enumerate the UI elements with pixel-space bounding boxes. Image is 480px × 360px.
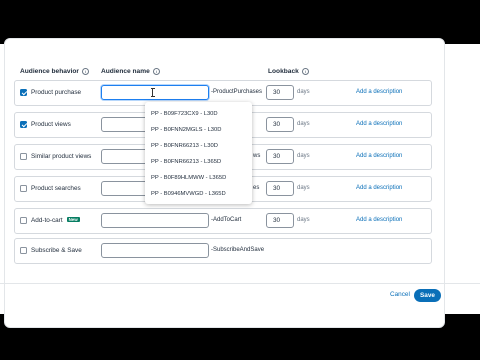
checkbox-product-purchase[interactable] — [20, 89, 27, 96]
checkbox-similar-product-views[interactable] — [20, 153, 27, 160]
header-audience-behavior: Audience behavior i — [20, 68, 89, 75]
header-audience-name: Audience name i — [101, 68, 160, 75]
checkbox-subscribe-and-save[interactable] — [20, 247, 27, 254]
row-label: Product purchase — [31, 89, 82, 96]
suggestion-option[interactable]: PP - B09F723CX9 - L30D — [145, 106, 252, 122]
row-label: Similar product views — [31, 153, 92, 160]
cancel-button[interactable]: Cancel — [390, 291, 410, 298]
row-label: Add-to-cart New — [31, 217, 80, 224]
save-button[interactable]: Save — [414, 289, 441, 302]
text-cursor-icon — [150, 88, 155, 97]
add-description-link[interactable]: Add a description — [356, 185, 402, 191]
checkbox-product-searches[interactable] — [20, 185, 27, 192]
suggestion-option[interactable]: PP - B0FNR66213 - L30D — [145, 138, 252, 154]
row-label: Product views — [31, 121, 71, 128]
header-lookback: Lookback i — [268, 68, 309, 75]
lookback-unit: days — [297, 185, 310, 191]
name-suffix: ws — [253, 153, 261, 159]
info-icon[interactable]: i — [82, 68, 89, 75]
add-description-link[interactable]: Add a description — [356, 121, 402, 127]
lookback-input[interactable]: 30 — [266, 117, 294, 132]
lookback-input[interactable]: 30 — [266, 181, 294, 196]
checkbox-add-to-cart[interactable] — [20, 217, 27, 224]
lookback-unit: days — [297, 217, 310, 223]
lookback-unit: days — [297, 153, 310, 159]
name-suffix: es — [253, 185, 260, 191]
lookback-input[interactable]: 30 — [266, 149, 294, 164]
lookback-input[interactable]: 30 — [266, 213, 294, 228]
suggestion-option[interactable]: PP - B0FNR66213 - L365D — [145, 154, 252, 170]
lookback-unit: days — [297, 89, 310, 95]
info-icon[interactable]: i — [301, 68, 309, 75]
suggestion-option[interactable]: PP - B0FNN2MGLS - L30D — [145, 122, 252, 138]
audience-name-input[interactable] — [101, 85, 209, 100]
info-icon[interactable]: i — [152, 68, 160, 75]
audience-name-input[interactable] — [101, 243, 209, 258]
checkbox-product-views[interactable] — [20, 121, 27, 128]
lookback-unit: days — [297, 121, 310, 127]
audience-name-suggestions: PP - B09F723CX9 - L30D PP - B0FNN2MGLS -… — [145, 102, 252, 204]
name-suffix: -ProductPurchases — [211, 89, 263, 95]
suggestion-option[interactable]: PP - B0946MVWGD - L365D — [145, 186, 252, 202]
lookback-input[interactable]: 30 — [266, 85, 294, 100]
name-suffix: -SubscribeAndSave — [211, 247, 265, 253]
footer-divider — [0, 283, 480, 284]
name-suffix: -AddToCart — [211, 217, 242, 223]
audience-name-input[interactable] — [101, 213, 209, 228]
audience-row: Subscribe & Save -SubscribeAndSave — [14, 238, 432, 264]
suggestion-option[interactable]: PP - B0F89HLMWW - L365D — [145, 170, 252, 186]
add-description-link[interactable]: Add a description — [356, 89, 402, 95]
add-description-link[interactable]: Add a description — [356, 153, 402, 159]
row-label: Subscribe & Save — [31, 247, 82, 254]
new-badge: New — [66, 217, 80, 222]
add-description-link[interactable]: Add a description — [356, 217, 402, 223]
row-label: Product searches — [31, 185, 81, 192]
audience-row: Add-to-cart New -AddToCart 30 days Add a … — [14, 208, 432, 234]
